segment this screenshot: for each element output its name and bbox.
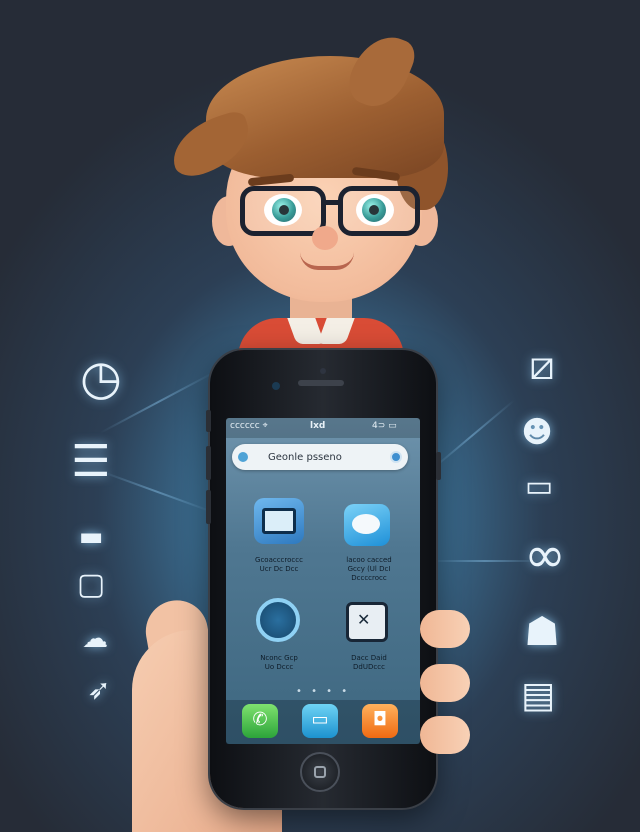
glasses-lens — [338, 186, 420, 236]
earpiece-speaker — [298, 380, 344, 386]
volume-button[interactable] — [206, 446, 211, 480]
calendar-icon: ✕ — [357, 610, 371, 629]
clock-icon[interactable] — [256, 598, 300, 642]
glow-line — [429, 399, 515, 472]
phone-icon: ✆ — [252, 709, 268, 730]
contact-icon: ☻ — [521, 415, 553, 450]
proximity-sensor — [320, 368, 326, 374]
cloud-icon: ☁ — [82, 624, 108, 654]
app-label-line: Nconc Gcp — [260, 654, 298, 662]
app-label: Dacc Daid DdUDccc — [334, 654, 404, 672]
app-label-line: Ucr Dc Dcc — [259, 565, 299, 573]
volume-button[interactable] — [206, 490, 211, 524]
app-label-line: Gcoacccroccc — [255, 556, 303, 564]
page-indicator[interactable]: • • • • — [296, 686, 350, 697]
power-button[interactable] — [436, 452, 441, 480]
app-label: lacoo cacced Gccy (Ul DcI Dccccrocc — [334, 556, 404, 583]
app-label-line: DdUDccc — [353, 663, 385, 671]
clock-badge-icon: ◷ — [80, 350, 122, 406]
search-input[interactable]: Geonle psseno — [268, 452, 342, 463]
app-label-line: Dacc Daid — [351, 654, 387, 662]
rocket-icon: ➶ — [87, 673, 111, 706]
chat-bubble-icon — [352, 514, 380, 534]
hand-finger — [420, 610, 470, 648]
home-square-icon — [314, 766, 326, 778]
voice-search-icon[interactable] — [390, 451, 402, 463]
frame-icon: ▢ — [76, 567, 106, 602]
glasses-lens — [240, 186, 326, 236]
edit-icon: ⧄ — [529, 343, 555, 389]
app-label-line: Uo Dccc — [264, 663, 294, 671]
carrier-text: cccccc — [230, 421, 260, 431]
keyboard-icon: ▬ — [78, 522, 104, 552]
status-app-name: lxd — [310, 421, 326, 431]
glow-line — [99, 470, 214, 513]
messages-icon: ▭ — [311, 709, 329, 730]
chat-icon: ◘ — [372, 709, 388, 730]
app-label: Nconc Gcp Uo Dccc — [244, 654, 314, 672]
app-label-line: Gccy (Ul DcI — [347, 565, 391, 573]
hand-finger — [420, 664, 470, 702]
character-nose — [312, 226, 338, 250]
document-icon: ☰ — [71, 436, 111, 487]
app-label: Gcoacccroccc Ucr Dc Dcc — [244, 556, 314, 574]
window-icon: ▭ — [524, 469, 554, 504]
status-carrier: cccccc ⌖ — [230, 421, 268, 431]
list-icon: ▤ — [520, 675, 555, 716]
binoculars-icon: ∞ — [524, 526, 566, 584]
battery-icon: 4⊃ ▭ — [372, 421, 397, 431]
volume-button[interactable] — [206, 410, 211, 432]
inbox-icon: ☗ — [524, 609, 560, 655]
hand-finger — [420, 716, 470, 754]
app-label-line: lacoo cacced — [346, 556, 392, 564]
notebook-icon — [262, 508, 296, 534]
front-camera-icon — [272, 382, 280, 390]
glasses-bridge — [324, 200, 340, 205]
search-icon — [238, 452, 248, 462]
app-label-line: Dccccrocc — [351, 574, 387, 582]
signal-icon: ⌖ — [262, 421, 268, 431]
